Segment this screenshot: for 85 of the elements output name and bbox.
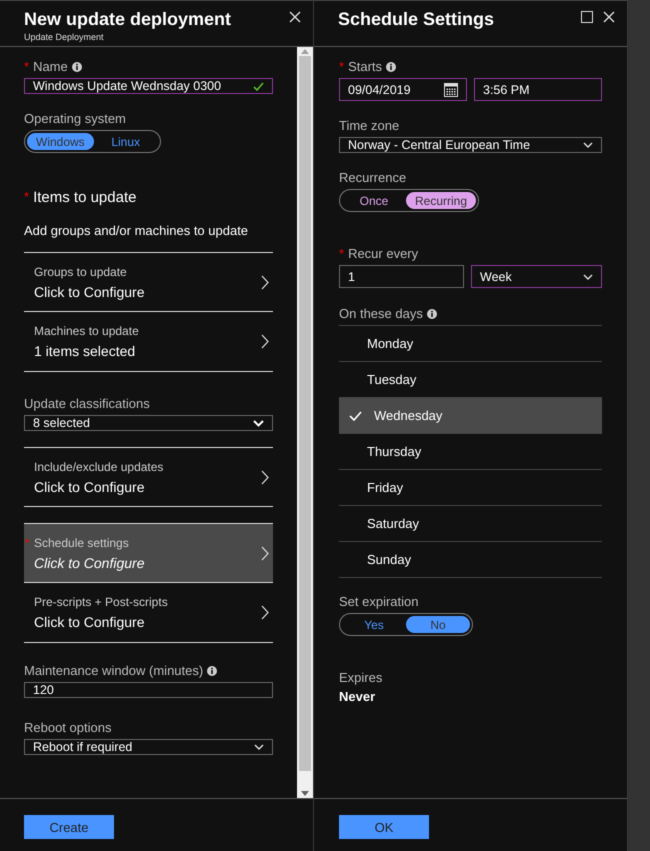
configure-row[interactable]: Groups to update Click to Configure [24, 252, 273, 312]
field-label: Update classifications [24, 396, 150, 411]
close-button[interactable] [287, 9, 303, 25]
field-label: Time zone [339, 118, 400, 133]
maximize-icon [581, 11, 593, 23]
info-icon [426, 308, 437, 318]
info-icon [72, 62, 82, 72]
row-label: Schedule settings [34, 536, 130, 550]
maximize-button[interactable] [579, 9, 595, 25]
field-label: Expires [339, 670, 382, 685]
checkmark-icon [349, 410, 362, 420]
dropdown[interactable]: Week [471, 265, 602, 288]
chevron-down-icon [254, 744, 264, 750]
required-asterisk: * [339, 246, 344, 261]
row-value: 1 items selected [34, 343, 136, 359]
toggle-option[interactable]: Once [342, 192, 406, 209]
required-asterisk: * [24, 189, 30, 206]
date-field[interactable]: 09/04/2019 [339, 78, 467, 101]
field-label: Recur every [348, 246, 418, 261]
field-label: Set expiration [339, 594, 418, 609]
input-field[interactable]: 1 [339, 265, 464, 288]
scrollbar-thumb[interactable] [299, 56, 311, 771]
row-label: Pre-scripts + Post-scripts [34, 595, 169, 609]
close-button[interactable] [601, 9, 617, 25]
ok-button[interactable]: OK [339, 815, 429, 839]
chevron-down-icon [583, 274, 593, 280]
dropdown[interactable]: Reboot if required [24, 739, 273, 755]
row-value: Click to Configure [34, 554, 146, 570]
time-field[interactable]: 3:56 PM [474, 78, 602, 101]
field-label: Operating system [24, 111, 126, 126]
day-option[interactable]: Sunday [339, 542, 602, 578]
configure-row[interactable]: Pre-scripts + Post-scripts Click to Configure [24, 583, 273, 643]
section-title: Items to update [33, 189, 136, 206]
scroll-up-icon [301, 49, 309, 54]
row-label: Groups to update [34, 264, 128, 278]
dropdown[interactable]: 8 selected [24, 415, 273, 431]
day-option[interactable]: Wednesday [339, 398, 602, 434]
field-label: Recurrence [339, 170, 406, 185]
blade-title: Schedule Settings [338, 9, 496, 30]
chevron-right-icon [261, 334, 269, 349]
info-icon [386, 62, 396, 72]
dropdown[interactable]: Norway - Central European Time [339, 137, 602, 153]
chevron-down-icon [253, 420, 264, 426]
chevron-right-icon [261, 274, 269, 290]
create-button[interactable]: Create [24, 815, 114, 839]
field-label: On these days [339, 306, 423, 321]
input-field[interactable]: 120 [24, 682, 273, 698]
toggle-option[interactable]: Recurring [406, 192, 476, 209]
required-asterisk: * [339, 59, 344, 74]
scrollbar[interactable] [297, 47, 313, 798]
toggle-option[interactable]: Yes [342, 616, 406, 633]
chevron-down-icon [583, 142, 593, 148]
day-option[interactable]: Thursday [339, 434, 602, 470]
row-value: Click to Configure [34, 614, 146, 630]
day-option[interactable]: Monday [339, 326, 602, 362]
day-option[interactable]: Saturday [339, 506, 602, 542]
scroll-down-icon [301, 791, 309, 796]
field-label: Name [33, 59, 68, 74]
blade-title: New update deployment [24, 9, 232, 30]
field-label: Maintenance window (minutes) [24, 663, 204, 678]
calendar-icon [444, 82, 458, 96]
close-icon [603, 11, 615, 23]
section-description: Add groups and/or machines to update [24, 223, 250, 238]
configure-row[interactable]: Machines to update 1 items selected [24, 312, 273, 372]
configure-row[interactable]: Include/exclude updates Click to Configure [24, 447, 273, 507]
required-asterisk: * [25, 536, 30, 550]
configure-row[interactable]: * Schedule settings Click to Configure [24, 523, 273, 583]
required-asterisk: * [24, 59, 30, 74]
toggle-option[interactable]: No [406, 616, 470, 633]
row-label: Machines to update [34, 324, 140, 338]
chevron-right-icon [261, 546, 269, 560]
row-value: Click to Configure [34, 478, 146, 494]
field-label: Starts [348, 59, 382, 74]
chevron-right-icon [261, 470, 269, 484]
blade-subtitle: Update Deployment [24, 32, 105, 42]
toggle-option[interactable]: Linux [94, 133, 158, 150]
name-field[interactable]: Windows Update Wednsday 0300 [24, 78, 273, 94]
close-icon [289, 11, 301, 23]
field-label: Reboot options [24, 720, 112, 735]
toggle-option[interactable]: Windows [27, 133, 94, 150]
day-option[interactable]: Friday [339, 470, 602, 506]
row-label: Include/exclude updates [34, 460, 164, 474]
chevron-right-icon [261, 605, 269, 620]
expires-value: Never [339, 689, 376, 704]
row-value: Click to Configure [34, 284, 146, 300]
